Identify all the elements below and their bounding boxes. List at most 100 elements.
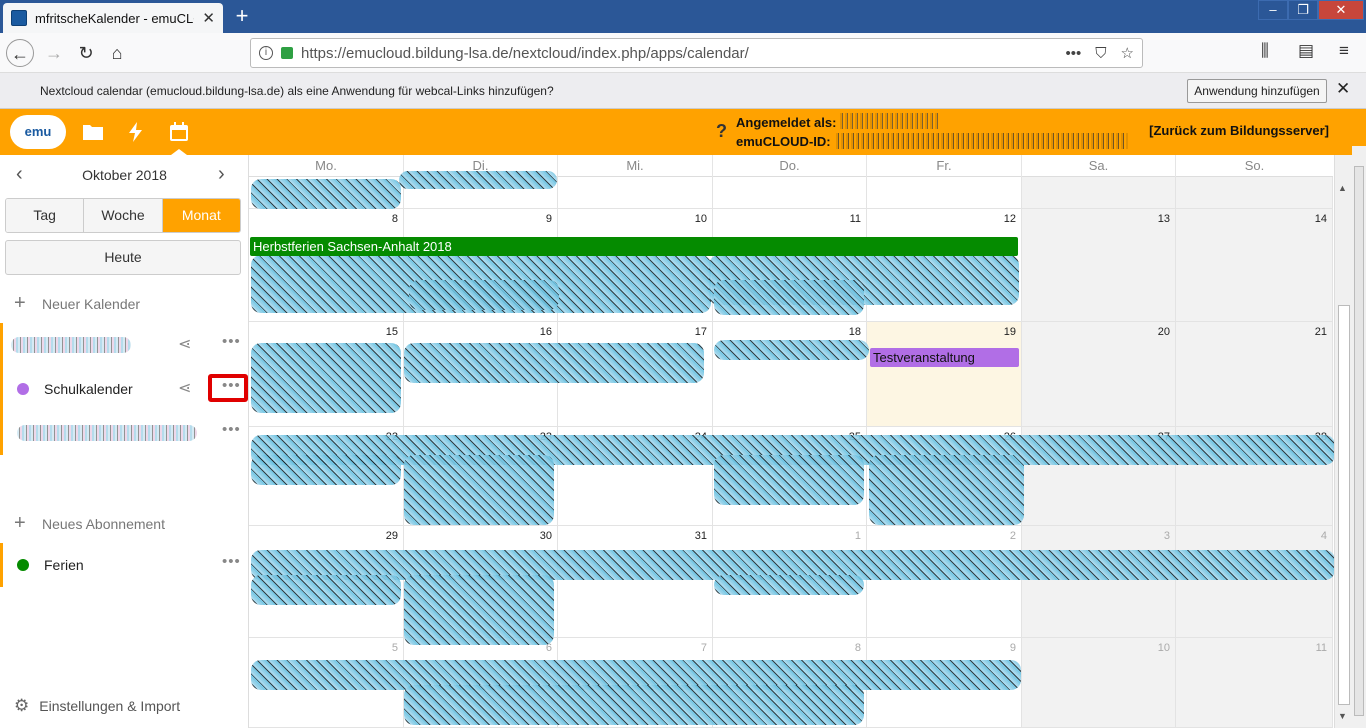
back-arrow-icon[interactable]: ← [6, 39, 34, 67]
redacted-event[interactable] [869, 455, 1024, 525]
subscription-item-ferien[interactable]: Ferien ••• [0, 543, 249, 587]
day-cell[interactable]: 11 [1176, 638, 1333, 728]
day-cell[interactable]: 3 [1022, 526, 1176, 638]
minimize-button[interactable]: – [1258, 0, 1288, 20]
day-number: 20 [1157, 326, 1170, 338]
redacted-event[interactable] [714, 575, 864, 595]
page-scrollbar-thumb[interactable] [1354, 166, 1364, 716]
new-subscription-button[interactable]: + Neues Abonnement [14, 512, 165, 535]
day-cell[interactable] [1022, 177, 1176, 209]
more-options-icon[interactable]: ••• [222, 553, 241, 570]
day-number: 8 [391, 213, 398, 225]
day-header: Mo. [249, 155, 404, 177]
redacted-event[interactable] [714, 340, 869, 360]
view-day-button[interactable]: Tag [6, 199, 85, 232]
month-title[interactable]: Oktober 2018 [0, 167, 249, 183]
day-cell[interactable]: 4 [1176, 526, 1333, 638]
day-cell[interactable]: 14 [1176, 209, 1333, 322]
more-options-icon[interactable]: ••• [222, 333, 241, 350]
subscription-name: Ferien [44, 557, 84, 573]
calendar-scrollbar[interactable]: ▲ ▼ [1334, 155, 1352, 728]
day-cell[interactable] [1176, 177, 1333, 209]
site-info-icon[interactable]: i [259, 46, 273, 60]
redacted-event[interactable] [404, 343, 704, 383]
library-icon[interactable]: ⫼ [1261, 41, 1269, 61]
day-cell[interactable]: 20 [1022, 322, 1176, 427]
day-number: 9 [1009, 642, 1016, 654]
emucloud-logo[interactable]: emu [10, 115, 66, 149]
day-header: Mi. [558, 155, 713, 177]
calendar-app-icon[interactable] [168, 121, 190, 143]
calendar-item-1[interactable]: ⋖ ••• [0, 323, 249, 367]
day-cell[interactable]: 21 [1176, 322, 1333, 427]
redacted-event[interactable] [251, 343, 401, 413]
sidebar-toggle-icon[interactable]: ▤ [1298, 41, 1314, 61]
day-header: Fr. [867, 155, 1022, 177]
reload-icon[interactable]: ↻ [72, 39, 100, 67]
day-cell[interactable] [713, 177, 867, 209]
day-cell[interactable]: 18 [713, 322, 867, 427]
url-bar[interactable]: i https://emucloud.bildung-lsa.de/nextcl… [250, 38, 1143, 68]
home-icon[interactable]: ⌂ [103, 39, 131, 67]
redacted-event[interactable] [404, 685, 864, 725]
today-button[interactable]: Heute [5, 240, 241, 275]
redacted-id [836, 133, 1128, 149]
view-week-button[interactable]: Woche [84, 199, 163, 232]
page-scrollbar[interactable] [1352, 146, 1366, 728]
notification-message: Nextcloud calendar (emucloud.bildung-lsa… [40, 84, 554, 98]
help-icon[interactable]: ? [716, 121, 727, 142]
share-icon[interactable]: ⋖ [178, 334, 191, 354]
redacted-event[interactable] [251, 455, 401, 485]
activity-icon[interactable] [125, 121, 147, 143]
bookmark-star-icon[interactable]: ☆ [1121, 44, 1134, 62]
day-cell[interactable] [558, 177, 713, 209]
new-tab-button[interactable]: + [230, 4, 254, 28]
scroll-down-icon: ▼ [1338, 711, 1347, 721]
forward-arrow-icon[interactable]: → [40, 39, 68, 67]
scrollbar-thumb[interactable] [1338, 305, 1350, 705]
event-testveranstaltung[interactable]: Testveranstaltung [870, 348, 1019, 367]
calendar-month-grid: Mo. Di. Mi. Do. Fr. Sa. So. 8 9 10 11 12 13 14… [249, 155, 1335, 728]
day-cell[interactable] [867, 177, 1022, 209]
redacted-event[interactable] [409, 280, 559, 310]
pocket-icon[interactable]: ⛉ [1095, 45, 1106, 62]
folder-icon[interactable] [82, 121, 104, 143]
tab-title: mfritscheKalender - emuCLOUD [35, 10, 194, 26]
window-close-button[interactable]: ✕ [1318, 0, 1364, 20]
browser-tab[interactable]: mfritscheKalender - emuCLOUD ✕ [3, 3, 223, 33]
redacted-event[interactable] [404, 455, 554, 525]
day-cell[interactable]: 19 [867, 322, 1022, 427]
notification-bar: Nextcloud calendar (emucloud.bildung-lsa… [0, 73, 1366, 109]
add-application-button[interactable]: Anwendung hinzufügen [1187, 79, 1327, 103]
day-cell[interactable]: 10 [1022, 638, 1176, 728]
view-month-button[interactable]: Monat [162, 199, 240, 232]
settings-import-button[interactable]: ⚙ Einstellungen & Import [14, 696, 180, 716]
day-cell[interactable]: 31 [558, 526, 713, 638]
url-text[interactable]: https://emucloud.bildung-lsa.de/nextclou… [301, 45, 1052, 62]
day-cell[interactable]: 13 [1022, 209, 1176, 322]
plus-icon: + [14, 512, 26, 534]
more-options-icon[interactable]: ••• [222, 421, 241, 438]
calendar-item-3[interactable]: ••• [0, 411, 249, 455]
new-calendar-button[interactable]: + Neuer Kalender [14, 292, 140, 315]
day-number: 17 [694, 326, 707, 338]
day-number: 4 [1320, 530, 1327, 542]
redacted-event[interactable] [714, 455, 864, 505]
notification-close-icon[interactable]: ✕ [1336, 79, 1350, 99]
share-icon[interactable]: ⋖ [178, 378, 191, 398]
tab-close-icon[interactable]: ✕ [202, 9, 215, 27]
redacted-event[interactable] [714, 280, 864, 315]
back-to-server-link[interactable]: [Zurück zum Bildungsserver] [1149, 123, 1329, 138]
event-herbstferien[interactable]: Herbstferien Sachsen-Anhalt 2018 [250, 237, 1018, 256]
logged-in-label: Angemeldet als: [736, 115, 837, 130]
page-actions-icon[interactable]: ••• [1066, 45, 1082, 62]
day-cell[interactable]: 2 [867, 526, 1022, 638]
maximize-button[interactable]: ❐ [1288, 0, 1318, 20]
menu-icon[interactable]: ≡ [1339, 41, 1349, 61]
day-number: 7 [700, 642, 707, 654]
redacted-event[interactable] [251, 179, 401, 209]
next-month-icon[interactable]: › [218, 163, 225, 186]
redacted-event[interactable] [251, 575, 401, 605]
redacted-event[interactable] [404, 575, 554, 645]
redacted-event[interactable] [399, 171, 557, 189]
